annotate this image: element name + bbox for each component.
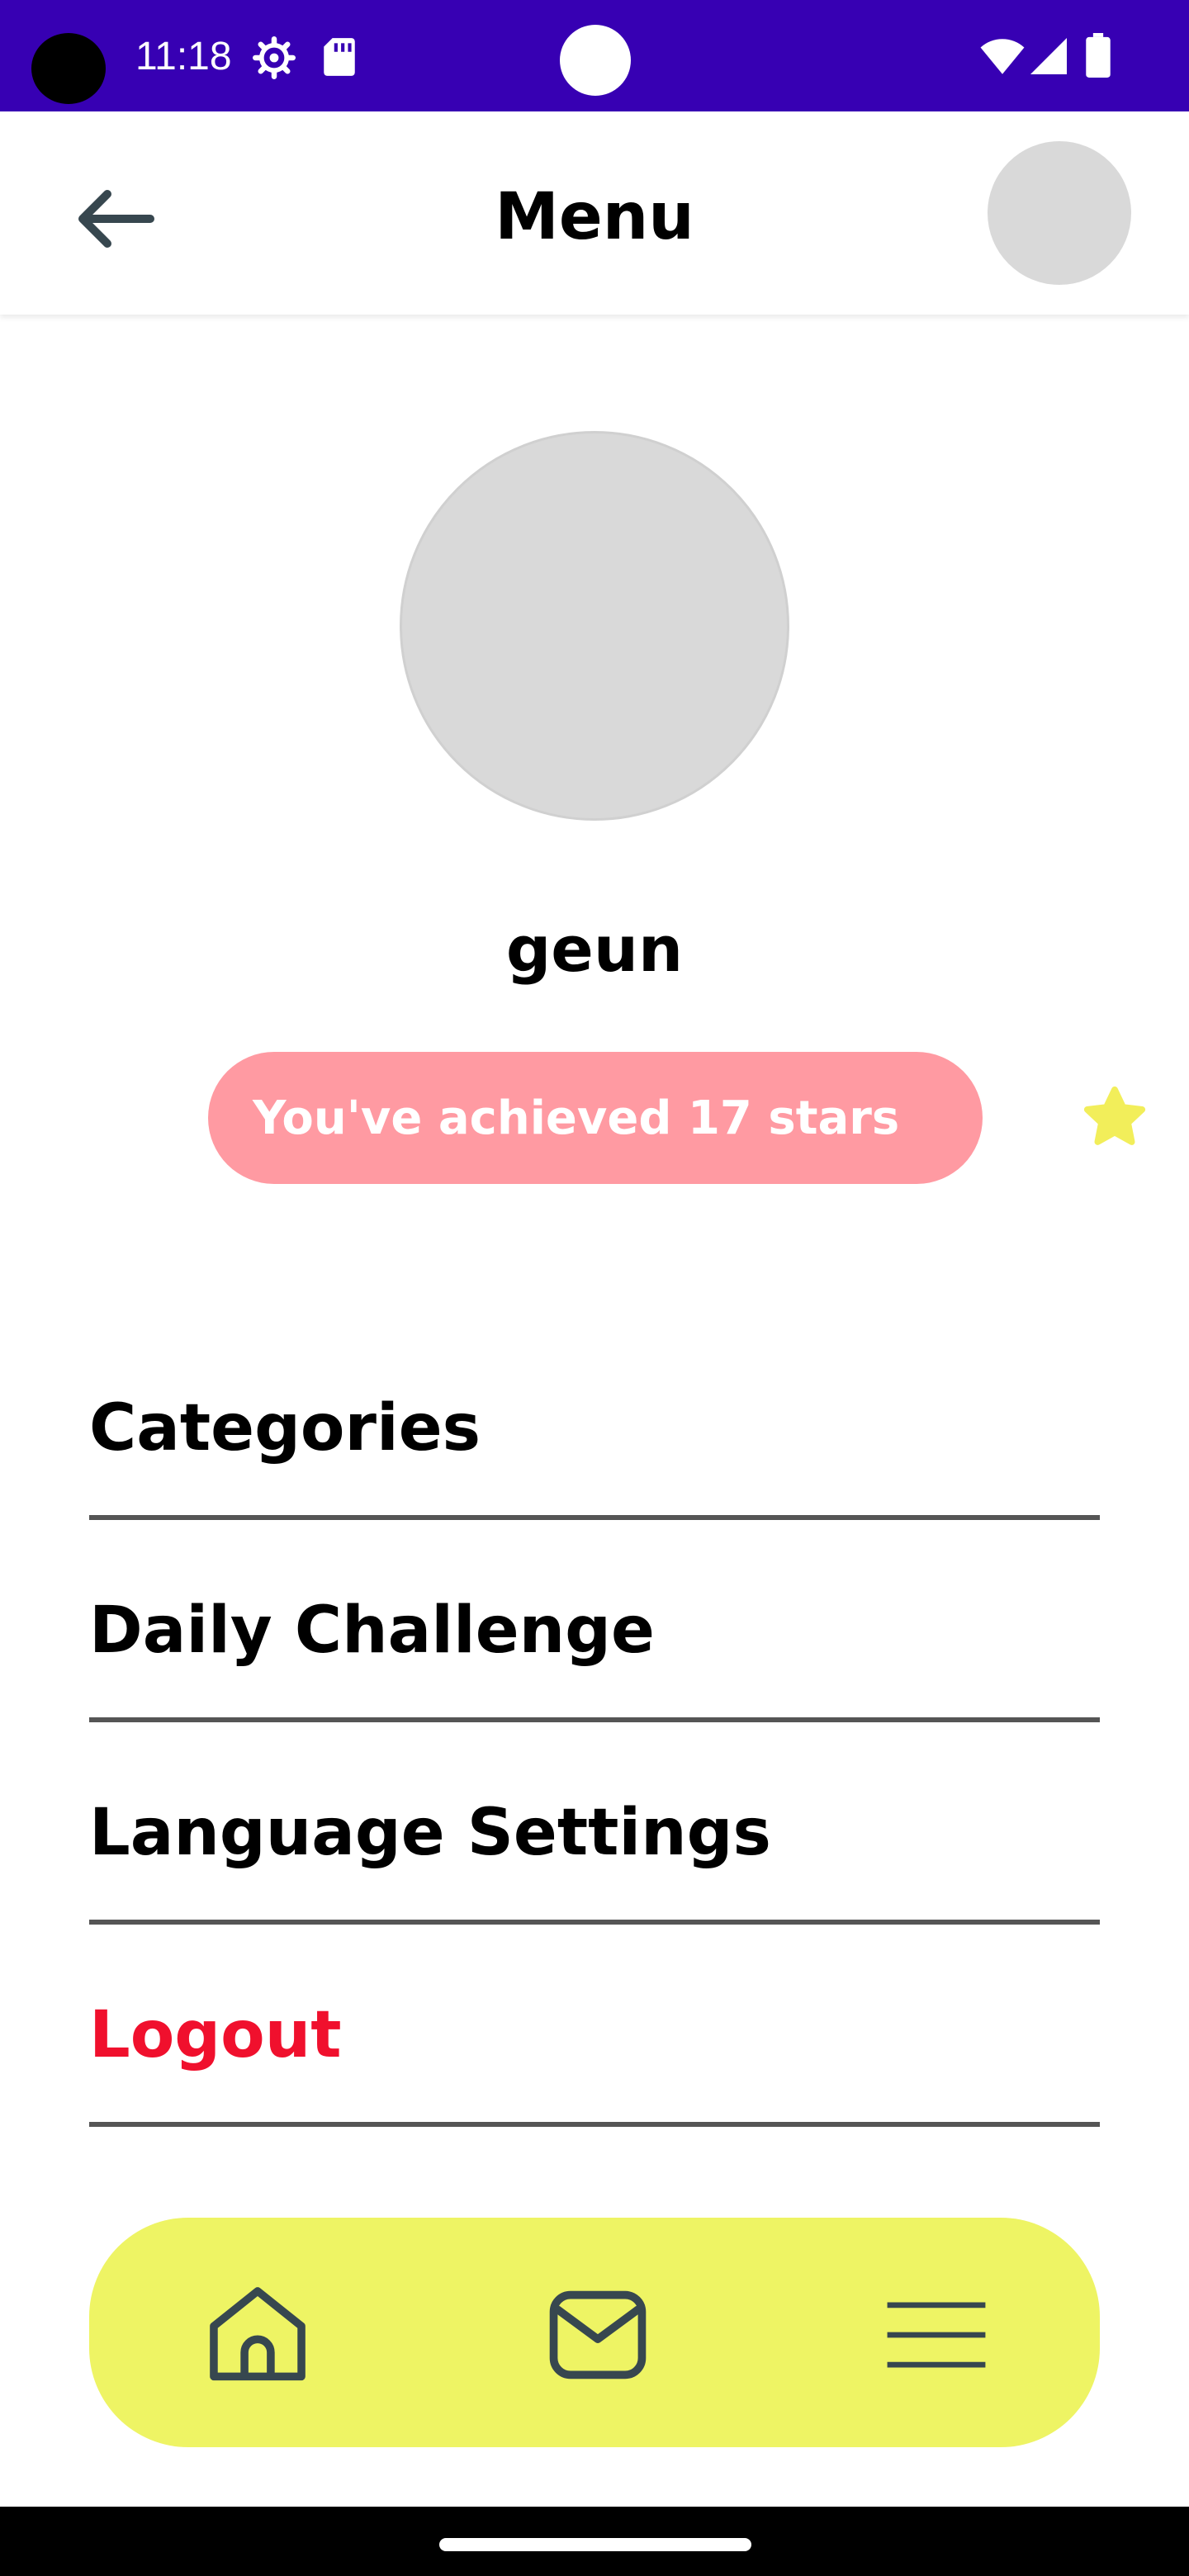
menu-item-label: Logout	[89, 1997, 342, 2072]
home-gesture-pill[interactable]	[439, 2538, 751, 2551]
hamburger-menu-icon	[887, 2302, 986, 2368]
status-time: 11:18	[135, 35, 232, 78]
header-avatar[interactable]	[988, 141, 1131, 285]
menu-item-label: Daily Challenge	[89, 1593, 655, 1668]
mail-icon	[549, 2290, 647, 2379]
nav-home-button[interactable]	[200, 2277, 315, 2393]
nav-menu-button[interactable]	[879, 2277, 994, 2393]
home-icon	[210, 2287, 306, 2381]
menu-item-label: Language Settings	[89, 1795, 771, 1870]
nav-mail-button[interactable]	[540, 2277, 656, 2393]
menu-item-logout[interactable]: Logout	[89, 1925, 1100, 2127]
sd-card-icon	[324, 38, 355, 76]
status-bar: 11:18	[0, 0, 1189, 111]
menu-list: Categories Daily Challenge Language Sett…	[89, 1318, 1100, 2127]
menu-item-language-settings[interactable]: Language Settings	[89, 1722, 1100, 1925]
star-icon	[1083, 1086, 1146, 1145]
wifi-icon	[980, 39, 1025, 74]
menu-item-categories[interactable]: Categories	[89, 1318, 1100, 1520]
settings-gear-icon	[253, 36, 296, 79]
stars-badge: You've achieved 17 stars	[208, 1052, 1146, 1184]
profile-avatar	[400, 431, 789, 821]
camera-cutout	[31, 33, 106, 104]
username: geun	[505, 912, 684, 986]
stars-text: You've achieved 17 stars	[253, 1091, 900, 1145]
app-bar: Menu	[0, 111, 1189, 315]
cell-signal-icon	[1030, 38, 1067, 74]
menu-item-label: Categories	[89, 1390, 481, 1466]
menu-item-daily-challenge[interactable]: Daily Challenge	[89, 1520, 1100, 1722]
bottom-nav	[89, 2218, 1100, 2447]
notch-indicator	[560, 25, 631, 96]
system-nav-bar	[0, 2507, 1189, 2576]
battery-icon	[1086, 33, 1111, 78]
